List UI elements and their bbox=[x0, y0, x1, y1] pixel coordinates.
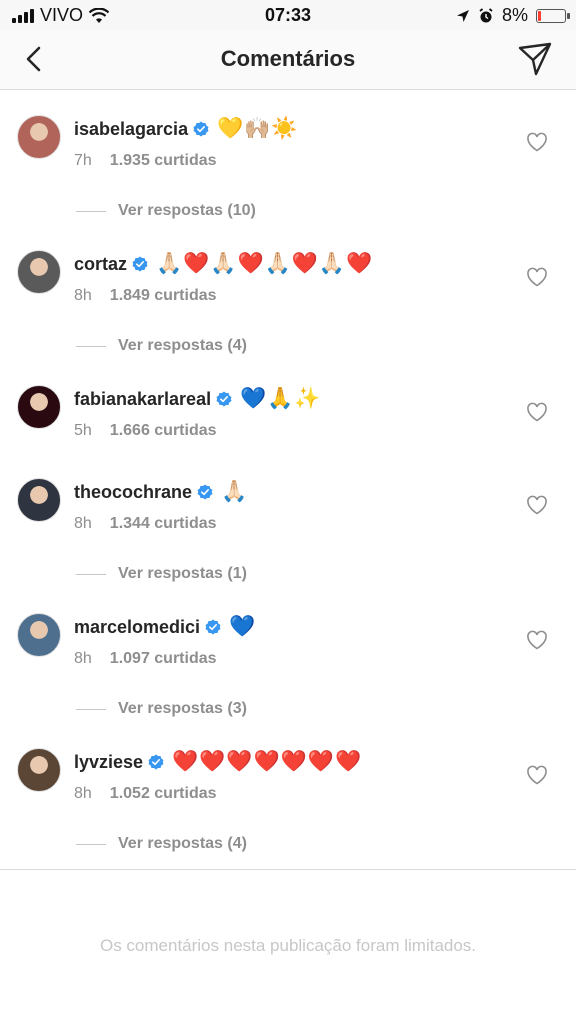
heart-icon[interactable] bbox=[526, 267, 548, 287]
comment-time: 8h bbox=[74, 515, 92, 532]
avatar[interactable] bbox=[17, 115, 61, 159]
replies-divider bbox=[76, 843, 106, 845]
comment-meta: 7h 1.935 curtidas bbox=[74, 152, 217, 170]
like-count[interactable]: 1.097 curtidas bbox=[110, 650, 217, 667]
like-count[interactable]: 1.935 curtidas bbox=[110, 152, 217, 169]
heart-icon[interactable] bbox=[526, 495, 548, 515]
username[interactable]: cortaz bbox=[74, 254, 127, 275]
username[interactable]: theocochrane bbox=[74, 482, 192, 503]
view-replies-label: Ver respostas (1) bbox=[118, 565, 247, 582]
username[interactable]: fabianakarlareal bbox=[74, 389, 211, 410]
username[interactable]: isabelagarcia bbox=[74, 119, 188, 140]
view-replies-button[interactable]: Ver respostas (10) bbox=[76, 202, 256, 220]
comment-meta: 8h 1.344 curtidas bbox=[74, 515, 217, 533]
replies-divider bbox=[76, 573, 106, 575]
verified-badge-icon bbox=[197, 484, 213, 500]
comment-meta: 8h 1.052 curtidas bbox=[74, 785, 217, 803]
avatar[interactable] bbox=[17, 478, 61, 522]
view-replies-label: Ver respostas (4) bbox=[118, 337, 247, 354]
like-count[interactable]: 1.666 curtidas bbox=[110, 422, 217, 439]
alarm-icon bbox=[479, 7, 493, 22]
battery-icon bbox=[536, 8, 570, 23]
comment-emojis: 🙏🏻❤️🙏🏻❤️🙏🏻❤️🙏🏻❤️ bbox=[156, 252, 374, 275]
comment-time: 5h bbox=[74, 422, 92, 439]
replies-divider bbox=[76, 708, 106, 710]
replies-divider bbox=[76, 210, 106, 212]
comment-emojis: 💙 bbox=[229, 615, 257, 638]
heart-icon[interactable] bbox=[526, 402, 548, 422]
verified-badge-icon bbox=[148, 754, 164, 770]
status-right: 8% bbox=[456, 5, 570, 26]
nav-bar: Comentários bbox=[0, 30, 576, 90]
heart-icon[interactable] bbox=[526, 132, 548, 152]
verified-badge-icon bbox=[132, 256, 148, 272]
view-replies-label: Ver respostas (3) bbox=[118, 700, 247, 717]
like-count[interactable]: 1.052 curtidas bbox=[110, 785, 217, 802]
comment-meta: 5h 1.666 curtidas bbox=[74, 422, 217, 440]
comment-emojis: 🙏🏻 bbox=[221, 480, 249, 503]
avatar[interactable] bbox=[17, 250, 61, 294]
comment-meta: 8h 1.097 curtidas bbox=[74, 650, 217, 668]
divider bbox=[0, 869, 576, 870]
username[interactable]: lyvziese bbox=[74, 752, 143, 773]
replies-divider bbox=[76, 345, 106, 347]
verified-badge-icon bbox=[216, 391, 232, 407]
avatar[interactable] bbox=[17, 385, 61, 429]
like-count[interactable]: 1.849 curtidas bbox=[110, 287, 217, 304]
comment-emojis: 💙🙏✨ bbox=[240, 387, 322, 410]
comment-emojis: 💛🙌🏼☀️ bbox=[217, 117, 299, 140]
view-replies-label: Ver respostas (10) bbox=[118, 202, 256, 219]
avatar[interactable] bbox=[17, 748, 61, 792]
username[interactable]: marcelomedici bbox=[74, 617, 200, 638]
heart-icon[interactable] bbox=[526, 765, 548, 785]
heart-icon[interactable] bbox=[526, 630, 548, 650]
battery-percent: 8% bbox=[501, 5, 528, 25]
comment-emojis: ❤️❤️❤️❤️❤️❤️❤️ bbox=[172, 750, 363, 773]
location-arrow-icon bbox=[456, 9, 469, 22]
comment-time: 7h bbox=[74, 152, 92, 169]
comment-time: 8h bbox=[74, 650, 92, 667]
comment-time: 8h bbox=[74, 785, 92, 802]
avatar[interactable] bbox=[17, 613, 61, 657]
page-title: Comentários bbox=[220, 46, 356, 71]
comments-limited-notice: Os comentários nesta publicação foram li… bbox=[99, 936, 477, 955]
verified-badge-icon bbox=[193, 121, 209, 137]
comment-meta: 8h 1.849 curtidas bbox=[74, 287, 217, 305]
view-replies-button[interactable]: Ver respostas (4) bbox=[76, 835, 247, 853]
like-count[interactable]: 1.344 curtidas bbox=[110, 515, 217, 532]
status-bar: VIVO 07:33 8% bbox=[0, 0, 576, 30]
view-replies-button[interactable]: Ver respostas (3) bbox=[76, 700, 247, 718]
view-replies-button[interactable]: Ver respostas (4) bbox=[76, 337, 247, 355]
view-replies-label: Ver respostas (4) bbox=[118, 835, 247, 852]
comment-time: 8h bbox=[74, 287, 92, 304]
verified-badge-icon bbox=[205, 619, 221, 635]
view-replies-button[interactable]: Ver respostas (1) bbox=[76, 565, 247, 583]
direct-send-icon[interactable] bbox=[516, 40, 554, 78]
